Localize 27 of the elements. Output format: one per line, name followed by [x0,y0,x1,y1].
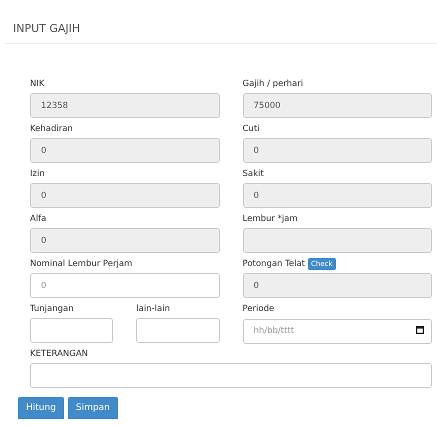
input-field[interactable]: 0 [30,183,220,208]
field-label: Nominal Lembur Perjam [30,258,132,268]
field-label: lain-lain [136,304,170,314]
input-field[interactable]: 0 [242,183,432,208]
page-title: INPUT GAJIH [12,21,82,37]
input-field[interactable]: 0 [242,273,432,298]
input-field[interactable]: 0 [30,273,220,298]
input-field[interactable]: 12358 [30,93,220,118]
date-field[interactable]: hh/bb/tttt [242,318,432,344]
field-label: Izin [30,168,45,178]
field-label: NIK [30,78,44,88]
input-field[interactable]: 0 [30,228,220,253]
field-label: KETERANGAN [30,348,88,358]
field-label: Kehadiran [30,124,73,134]
field-label: Tunjangan [30,304,74,314]
field-label: Lembur *jam [242,214,298,224]
field-label: Alfa [30,214,46,224]
field-label: Cuti [242,124,260,134]
action-button[interactable]: Hitung [18,397,64,419]
input-field[interactable]: 0 [242,138,432,163]
input-field[interactable]: 75000 [242,93,432,118]
field-label: Gajih / perhari [242,78,304,88]
field-label: Sakit [242,168,264,178]
field-label: Potongan Telat [242,258,306,268]
action-button[interactable]: Simpan [68,397,118,419]
field-label: Periode [242,304,274,314]
input-field[interactable]: 0 [30,138,220,163]
